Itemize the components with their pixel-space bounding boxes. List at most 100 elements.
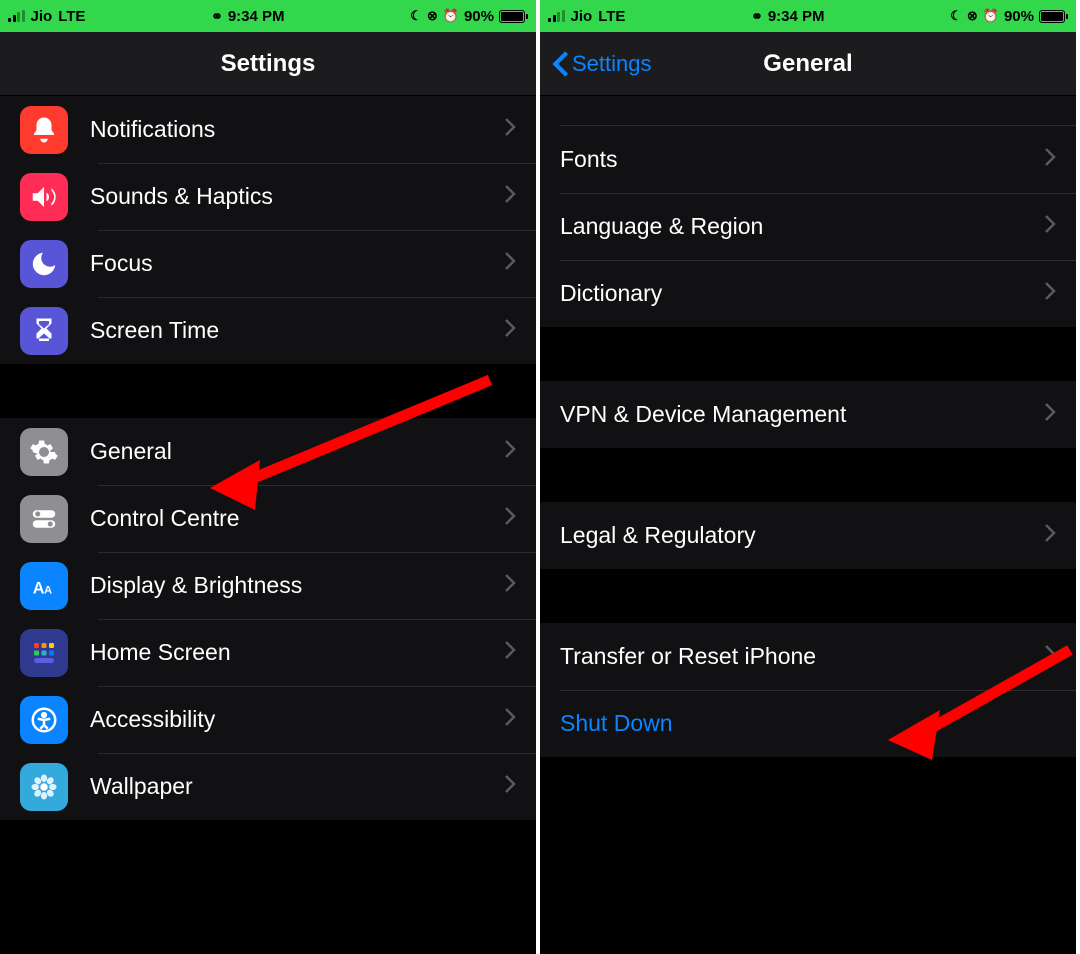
row-legal-regulatory[interactable]: Legal & Regulatory [540,502,1076,569]
phone-settings: Jio LTE ⚭ 9:34 PM ☾ ⊗ ⏰ 90% Settings [0,0,540,954]
chevron-right-icon [504,707,516,732]
dnd-moon-icon: ☾ [410,8,422,24]
partial-row-top[interactable] [540,96,1076,126]
network-label: LTE [58,8,85,25]
row-label: Display & Brightness [90,572,504,599]
chevron-right-icon [504,573,516,598]
row-wallpaper[interactable]: Wallpaper [0,753,536,820]
status-right: ☾ ⊗ ⏰ 90% [950,8,1068,25]
speaker-icon [20,173,68,221]
moon-icon [20,240,68,288]
chevron-right-icon [1044,523,1056,548]
row-label: General [90,438,504,465]
row-control-centre[interactable]: Control Centre [0,485,536,552]
row-dictionary[interactable]: Dictionary [540,260,1076,327]
flower-icon [20,763,68,811]
row-label: Dictionary [560,280,1044,307]
chevron-right-icon [504,439,516,464]
row-sounds-haptics[interactable]: Sounds & Haptics [0,163,536,230]
orientation-lock-icon: ⊗ [967,8,978,24]
chevron-right-icon [504,774,516,799]
row-shut-down[interactable]: Shut Down [540,690,1076,757]
carrier-label: Jio [571,8,593,25]
battery-pct-label: 90% [1004,8,1034,25]
time-label: 9:34 PM [228,8,285,25]
general-group-2: VPN & Device Management [540,381,1076,448]
status-center: ⚭ 9:34 PM [751,8,824,25]
hourglass-icon [20,307,68,355]
status-right: ☾ ⊗ ⏰ 90% [410,8,528,25]
settings-group-1: Notifications Sounds & Haptics Focus [0,96,536,364]
row-fonts[interactable]: Fonts [540,126,1076,193]
row-label: Wallpaper [90,773,504,800]
row-general[interactable]: General [0,418,536,485]
svg-text:A: A [33,579,45,597]
accessibility-icon [20,696,68,744]
row-label: Legal & Regulatory [560,522,1044,549]
signal-bars-icon [8,10,25,22]
row-focus[interactable]: Focus [0,230,536,297]
alarm-icon: ⏰ [983,8,999,24]
row-screen-time[interactable]: Screen Time [0,297,536,364]
general-list[interactable]: Fonts Language & Region Dictionary VPN &… [540,96,1076,954]
chevron-right-icon [504,506,516,531]
chevron-right-icon [504,117,516,142]
row-language-region[interactable]: Language & Region [540,193,1076,260]
row-label: Shut Down [560,710,1056,737]
gear-icon [20,428,68,476]
general-group-3: Legal & Regulatory [540,502,1076,569]
carrier-label: Jio [31,8,53,25]
row-label: Transfer or Reset iPhone [560,643,1044,670]
bell-icon [20,106,68,154]
status-left: Jio LTE [8,8,85,25]
battery-pct-label: 90% [464,8,494,25]
chevron-right-icon [504,184,516,209]
status-bar: Jio LTE ⚭ 9:34 PM ☾ ⊗ ⏰ 90% [0,0,536,32]
hotspot-icon: ⚭ [211,8,223,25]
signal-bars-icon [548,10,565,22]
chevron-right-icon [1044,644,1056,669]
chevron-right-icon [504,251,516,276]
toggles-icon [20,495,68,543]
page-title: Settings [221,50,316,78]
row-label: Accessibility [90,706,504,733]
network-label: LTE [598,8,625,25]
row-label: Language & Region [560,213,1044,240]
row-label: VPN & Device Management [560,401,1044,428]
chevron-right-icon [1044,214,1056,239]
general-group-1: Fonts Language & Region Dictionary [540,126,1076,327]
back-button[interactable]: Settings [552,50,652,78]
page-title: General [763,50,852,78]
chevron-right-icon [1044,281,1056,306]
chevron-right-icon [504,318,516,343]
battery-icon [1039,10,1068,23]
row-label: Control Centre [90,505,504,532]
settings-group-2: General Control Centre AA Display & Brig… [0,418,536,820]
row-home-screen[interactable]: Home Screen [0,619,536,686]
row-display-brightness[interactable]: AA Display & Brightness [0,552,536,619]
row-notifications[interactable]: Notifications [0,96,536,163]
status-left: Jio LTE [548,8,625,25]
status-center: ⚭ 9:34 PM [211,8,284,25]
text-size-icon: AA [20,562,68,610]
hotspot-icon: ⚭ [751,8,763,25]
dnd-moon-icon: ☾ [950,8,962,24]
time-label: 9:34 PM [768,8,825,25]
chevron-right-icon [1044,147,1056,172]
row-label: Focus [90,250,504,277]
row-transfer-reset[interactable]: Transfer or Reset iPhone [540,623,1076,690]
alarm-icon: ⏰ [443,8,459,24]
row-label: Home Screen [90,639,504,666]
home-grid-icon [20,629,68,677]
row-label: Notifications [90,116,504,143]
phone-general: Jio LTE ⚭ 9:34 PM ☾ ⊗ ⏰ 90% Settings Gen… [540,0,1080,954]
settings-list[interactable]: Notifications Sounds & Haptics Focus [0,96,536,954]
battery-icon [499,10,528,23]
svg-text:A: A [44,584,52,596]
row-vpn-device-management[interactable]: VPN & Device Management [540,381,1076,448]
row-label: Screen Time [90,317,504,344]
general-group-4: Transfer or Reset iPhone Shut Down [540,623,1076,757]
nav-bar: Settings [0,32,536,96]
row-label: Fonts [560,146,1044,173]
row-accessibility[interactable]: Accessibility [0,686,536,753]
